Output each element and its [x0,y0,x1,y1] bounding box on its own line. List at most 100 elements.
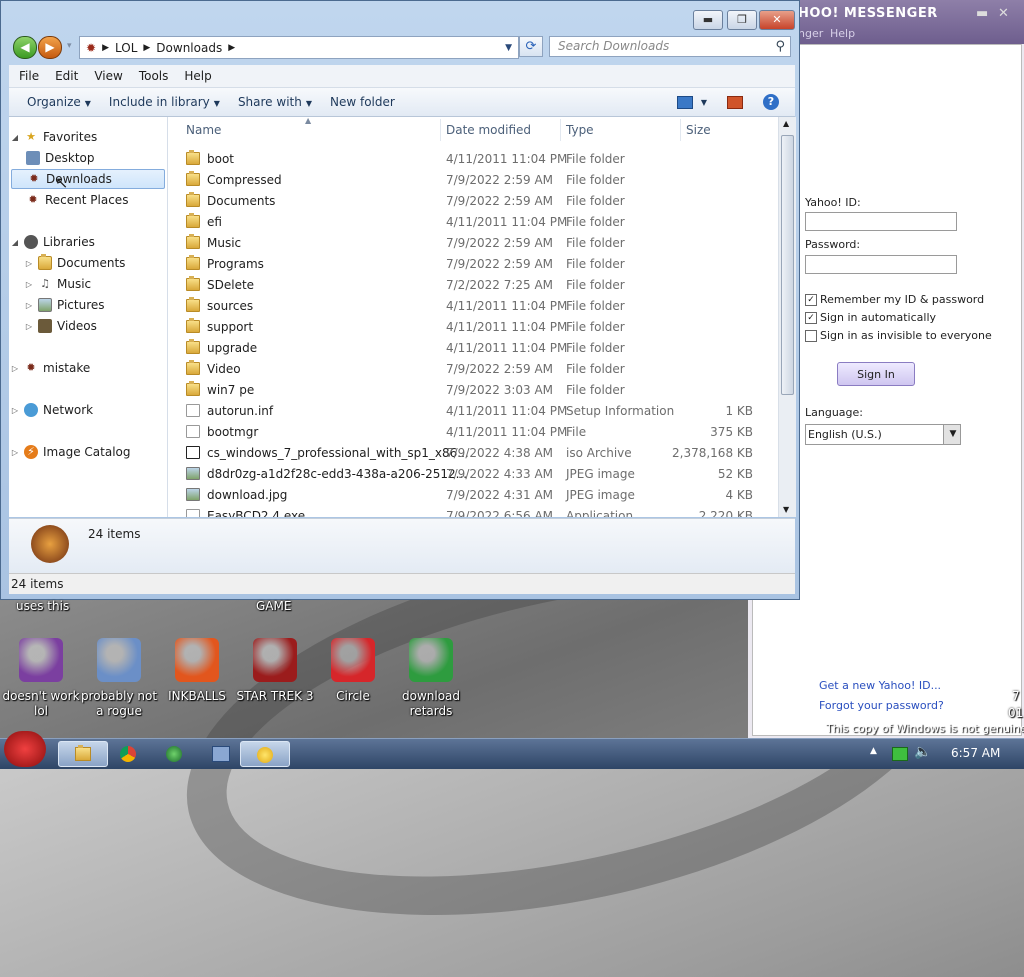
taskbar-chrome-button[interactable] [104,741,154,767]
file-row[interactable]: cs_windows_7_professional_with_sp1_x86..… [168,443,778,464]
nav-documents[interactable]: ▷ Documents [23,253,125,273]
file-row[interactable]: SDelete 7/2/2022 7:25 AM File folder [168,275,778,296]
breadcrumb-separator-icon[interactable]: ▶ [102,43,109,53]
desktop-shortcut-icon[interactable] [331,638,375,682]
taskbar-media-button[interactable] [150,741,200,767]
menu-help[interactable]: Help [184,69,211,83]
nav-favorites[interactable]: ◢ ★ Favorites [9,127,97,147]
nav-mistake[interactable]: ▷ ✹ mistake [9,358,90,378]
volume-icon[interactable]: 🔈 [914,744,931,760]
minimize-button[interactable]: ▬ [693,10,723,30]
search-icon[interactable]: ⚲ [775,37,785,56]
new-folder-button[interactable]: New folder [330,95,395,109]
file-row[interactable]: win7 pe 7/9/2022 3:03 AM File folder [168,380,778,401]
ym-menu-help[interactable]: Help [830,27,855,40]
desktop-shortcut-label[interactable]: download retards [392,689,470,719]
file-row[interactable]: bootmgr 4/11/2011 11:04 PM File 375 KB [168,422,778,443]
file-row[interactable]: boot 4/11/2011 11:04 PM File folder [168,149,778,170]
back-button[interactable]: ◀ [13,36,37,59]
file-row[interactable]: d8dr0zg-a1d2f28c-edd3-438a-a206-2512... 7… [168,464,778,485]
include-in-library-button[interactable]: Include in library ▼ [109,95,220,109]
address-dropdown-icon[interactable]: ▼ [505,43,512,53]
file-row[interactable]: EasyBCD2.4.exe 7/9/2022 6:56 AM Applicatio… [168,506,778,517]
file-row[interactable]: sources 4/11/2011 11:04 PM File folder [168,296,778,317]
forgot-password-link[interactable]: Forgot your password? [819,699,944,712]
column-separator[interactable] [440,119,441,141]
network-status-icon[interactable] [892,747,908,761]
file-row[interactable]: support 4/11/2011 11:04 PM File folder [168,317,778,338]
yahoo-id-input[interactable] [805,212,957,231]
file-row[interactable]: download.jpg 7/9/2022 4:31 AM JPEG image 4 … [168,485,778,506]
desktop-shortcut-label[interactable]: probably not a rogue [80,689,158,719]
auto-signin-checkbox[interactable]: ✓ Sign in automatically [805,311,936,324]
column-header-size[interactable]: Size [686,117,711,143]
show-hidden-icons[interactable]: ▲ [870,746,877,756]
menu-view[interactable]: View [94,69,122,83]
desktop-shortcut-icon[interactable] [253,638,297,682]
ym-minimize-icon[interactable]: ▬ [976,6,988,21]
taskbar-explorer-button[interactable] [58,741,108,767]
help-icon[interactable]: ? [763,94,779,110]
file-row[interactable]: Music 7/9/2022 2:59 AM File folder [168,233,778,254]
column-header-type[interactable]: Type [566,117,594,143]
menu-edit[interactable]: Edit [55,69,78,83]
nav-desktop[interactable]: Desktop [23,148,95,168]
maximize-button[interactable]: ❐ [727,10,757,30]
file-row[interactable]: Compressed 7/9/2022 2:59 AM File folder [168,170,778,191]
column-separator[interactable] [680,119,681,141]
desktop-shortcut-label[interactable]: doesn't work lol [2,689,80,719]
get-new-id-link[interactable]: Get a new Yahoo! ID... [819,679,941,692]
desktop-shortcut-label[interactable]: STAR TREK 3 [236,689,314,704]
desktop-shortcut-label[interactable]: Circle [314,689,392,704]
desktop-shortcut-icon[interactable] [97,638,141,682]
preview-pane-icon[interactable] [727,95,743,109]
nav-videos[interactable]: ▷ Videos [23,316,97,336]
column-separator[interactable] [560,119,561,141]
start-button-icon[interactable] [4,731,46,767]
file-row[interactable]: efi 4/11/2011 11:04 PM File folder [168,212,778,233]
language-select[interactable]: English (U.S.) ▼ [805,424,961,445]
desktop-shortcut-icon[interactable] [409,638,453,682]
breadcrumb-separator-icon[interactable]: ▶ [143,43,150,53]
file-row[interactable]: Video 7/9/2022 2:59 AM File folder [168,359,778,380]
file-row[interactable]: Programs 7/9/2022 2:59 AM File folder [168,254,778,275]
nav-image-catalog[interactable]: ▷ ⚡ Image Catalog [9,442,130,462]
change-view-icon[interactable] [676,95,693,109]
taskbar-clock[interactable]: 6:57 AM [951,746,1000,760]
nav-libraries[interactable]: ◢ Libraries [9,232,95,252]
ym-menu-messenger[interactable]: nger [798,27,823,40]
breadcrumb-separator-icon[interactable]: ▶ [228,43,235,53]
remember-checkbox[interactable]: ✓ Remember my ID & password [805,293,984,306]
menu-tools[interactable]: Tools [139,69,169,83]
share-with-button[interactable]: Share with ▼ [238,95,312,109]
view-dropdown-icon[interactable]: ▼ [701,98,707,107]
desktop-shortcut-icon[interactable] [175,638,219,682]
organize-button[interactable]: Organize ▼ [27,95,91,109]
refresh-button[interactable]: ⟳ [519,36,543,57]
scrollbar-thumb[interactable] [781,135,794,395]
recent-pages-icon[interactable]: ▾ [67,41,72,51]
breadcrumb-downloads[interactable]: Downloads [156,41,222,55]
file-row[interactable]: upgrade 4/11/2011 11:04 PM File folder [168,338,778,359]
nav-pictures[interactable]: ▷ Pictures [23,295,105,315]
breadcrumb-lol[interactable]: LOL [115,41,137,55]
close-button[interactable]: ✕ [759,10,795,30]
nav-music[interactable]: ▷ ♫ Music [23,274,91,294]
forward-button[interactable]: ▶ [38,36,62,59]
desktop-shortcut-icon[interactable] [19,638,63,682]
nav-recent-places[interactable]: ✹ Recent Places [23,190,128,210]
vertical-scrollbar[interactable]: ▲ ▼ [778,117,796,517]
nav-downloads[interactable]: ✹ Downloads [11,169,165,189]
address-bar[interactable]: ✹ ▶ LOL ▶ Downloads ▶ ▼ [79,36,519,59]
password-input[interactable] [805,255,957,274]
ym-close-icon[interactable]: ✕ [998,6,1009,21]
column-header-date[interactable]: Date modified [446,117,531,143]
invisible-checkbox[interactable]: Sign in as invisible to everyone [805,329,992,342]
nav-network[interactable]: ▷ Network [9,400,93,420]
menu-file[interactable]: File [19,69,39,83]
scroll-down-icon[interactable]: ▼ [783,505,789,514]
taskbar-network-button[interactable] [196,741,246,767]
file-row[interactable]: autorun.inf 4/11/2011 11:04 PM Setup Infor… [168,401,778,422]
search-input[interactable]: Search Downloads ⚲ [549,36,791,57]
taskbar-messenger-button[interactable] [240,741,290,767]
